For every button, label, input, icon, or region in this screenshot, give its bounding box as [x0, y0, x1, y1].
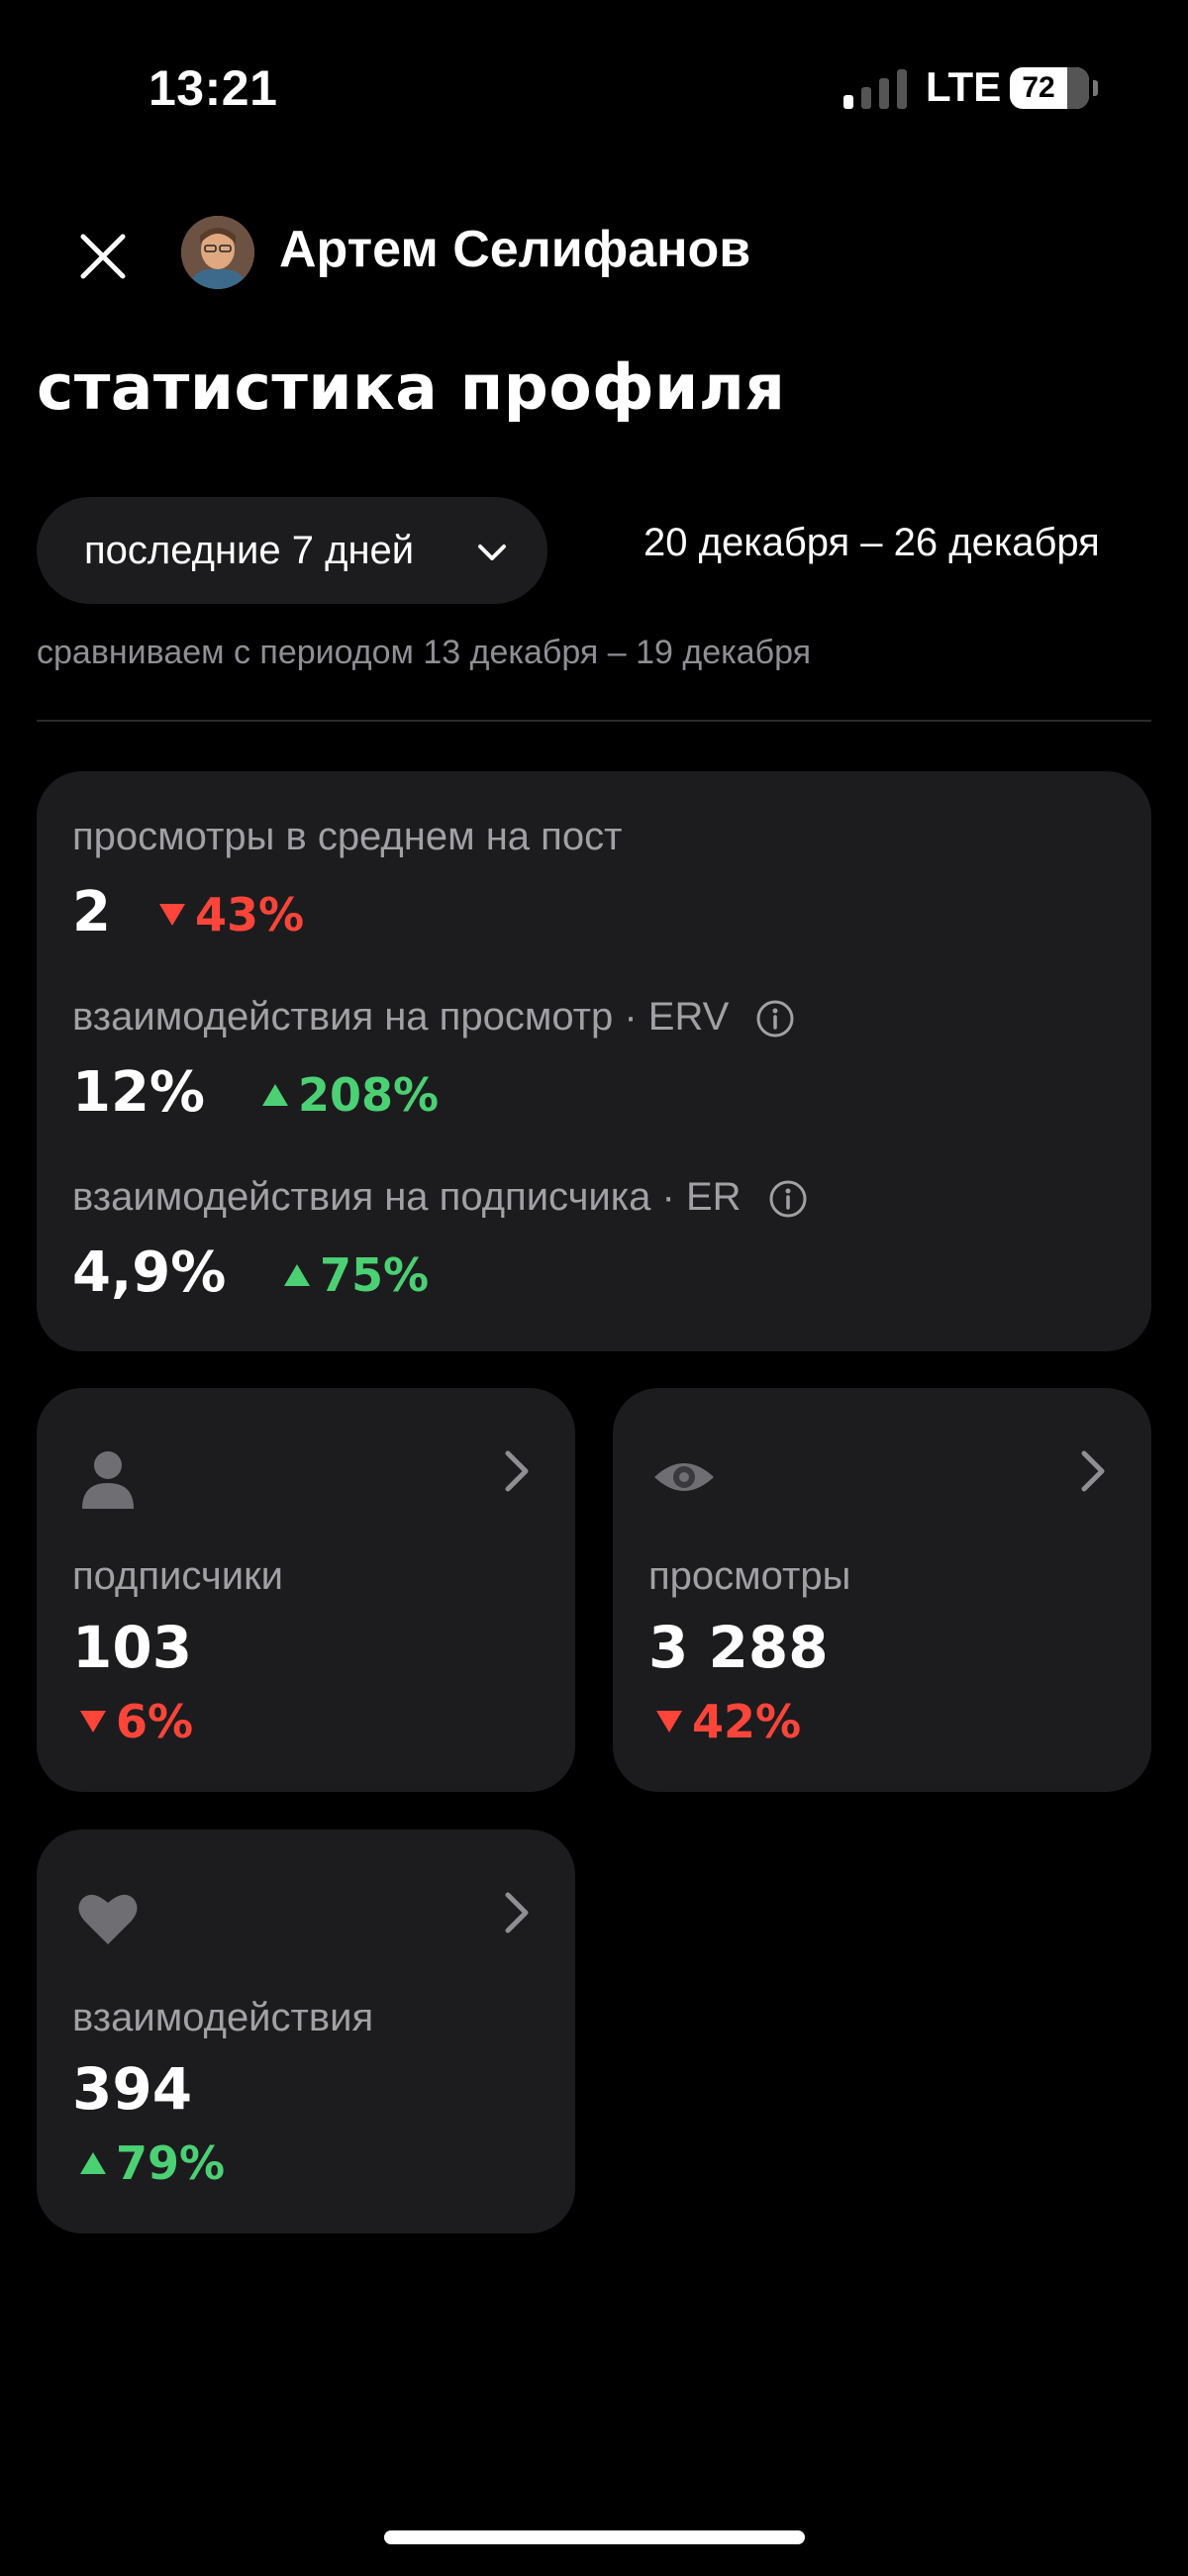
info-icon[interactable] [768, 1179, 808, 1219]
home-indicator[interactable] [384, 2530, 805, 2544]
heart-icon [78, 1894, 138, 1944]
period-label: последние 7 дней [84, 529, 415, 572]
triangle-up-icon [262, 1084, 288, 1106]
date-range: 20 декабря – 26 декабря [644, 521, 1100, 564]
metric-value: 2 [72, 880, 111, 944]
triangle-down-icon [159, 904, 185, 926]
chevron-right-icon [505, 1450, 529, 1492]
avatar[interactable] [181, 216, 254, 289]
card-value: 394 [72, 2055, 193, 2123]
network-type: LTE [926, 63, 1002, 110]
card-delta: 79% [80, 2136, 225, 2190]
card-label: просмотры [648, 1554, 851, 1598]
metric-delta: 43% [159, 888, 304, 941]
compare-period-text: сравниваем с периодом 13 декабря – 19 де… [37, 634, 812, 671]
card-label: подписчики [72, 1554, 283, 1598]
triangle-down-icon [80, 1711, 106, 1733]
info-icon[interactable] [755, 999, 795, 1039]
views-card[interactable]: просмотры 3 288 42% [613, 1388, 1151, 1792]
metric-delta: 208% [262, 1068, 439, 1122]
page-title: статистика профиля [37, 351, 786, 424]
card-label: взаимодействия [72, 1996, 374, 2039]
card-value: 103 [72, 1614, 193, 1681]
close-icon[interactable] [69, 223, 137, 290]
card-delta: 6% [80, 1695, 193, 1748]
triangle-up-icon [284, 1264, 310, 1286]
divider [37, 720, 1151, 722]
battery-level: 72 [1022, 71, 1055, 104]
period-dropdown[interactable]: последние 7 дней [37, 497, 547, 604]
summary-card: просмотры в среднем на пост 2 43% взаимо… [37, 771, 1151, 1351]
triangle-down-icon [656, 1711, 682, 1733]
metric-value: 12% [72, 1060, 206, 1125]
metric-value: 4,9% [72, 1240, 227, 1305]
chevron-down-icon [478, 545, 506, 560]
status-time: 13:21 [148, 60, 278, 116]
subscribers-card[interactable]: подписчики 103 6% [37, 1388, 575, 1792]
triangle-up-icon [80, 2152, 106, 2174]
metric-label: взаимодействия на подписчика · ER [72, 1175, 808, 1220]
chevron-right-icon [1081, 1450, 1105, 1492]
card-value: 3 288 [648, 1614, 829, 1681]
battery-icon: 72 [1010, 67, 1098, 109]
card-delta: 42% [656, 1695, 801, 1748]
metric-label: взаимодействия на просмотр · ERV [72, 995, 795, 1040]
profile-name[interactable]: Артем Селифанов [279, 220, 750, 279]
cellular-signal-icon [843, 69, 907, 109]
eye-icon [654, 1463, 714, 1491]
metric-delta: 75% [284, 1248, 429, 1302]
person-icon [82, 1451, 134, 1509]
metric-label: просмотры в среднем на пост [72, 815, 623, 858]
chevron-right-icon [505, 1892, 529, 1933]
interactions-card[interactable]: взаимодействия 394 79% [37, 1830, 575, 2233]
